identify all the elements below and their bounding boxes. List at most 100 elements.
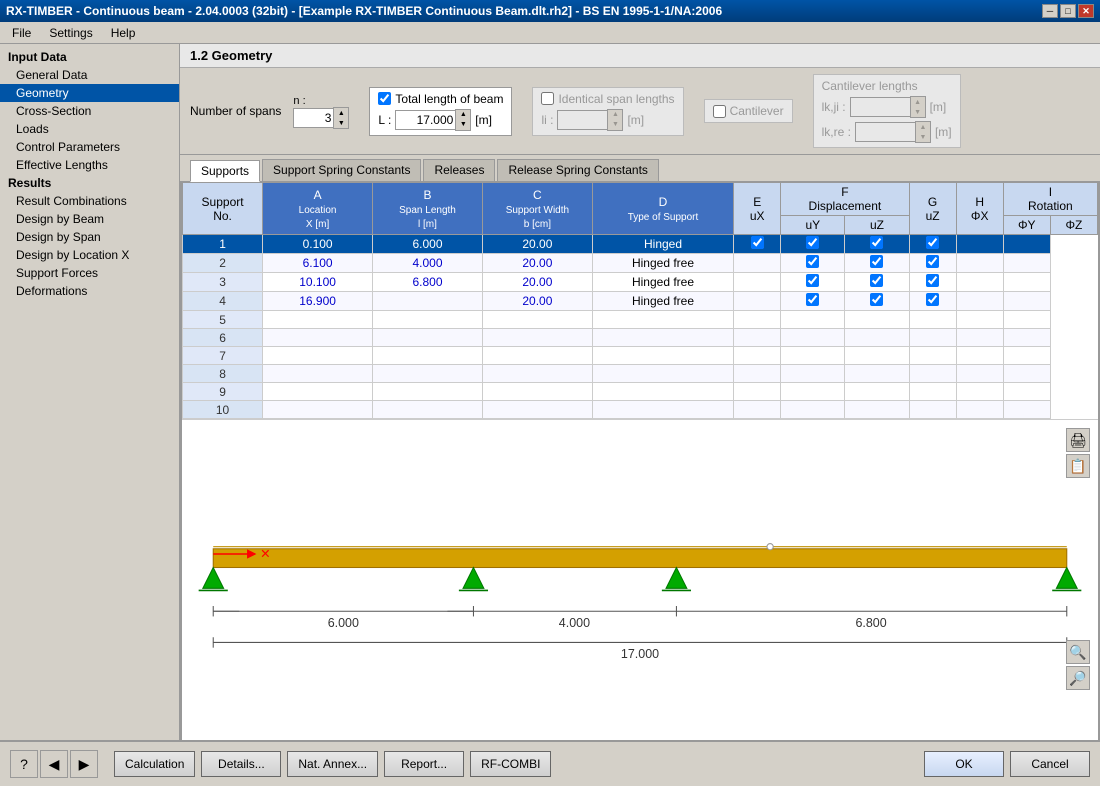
li-label: li : (541, 113, 553, 127)
cantilever-group: Cantilever (704, 99, 793, 123)
diagram-btn-2[interactable]: 📋 (1066, 454, 1090, 478)
li-spinner: ▲ ▼ (557, 109, 623, 131)
sidebar-item-cross-section[interactable]: Cross-Section (0, 102, 179, 120)
sidebar-section-results: Results (0, 174, 179, 192)
table-row[interactable]: 10 (183, 401, 1098, 419)
svg-text:17.000: 17.000 (621, 647, 659, 661)
tab-support-spring-constants[interactable]: Support Spring Constants (262, 159, 421, 181)
svg-text:✕: ✕ (260, 547, 270, 561)
table-row[interactable]: 5 (183, 311, 1098, 329)
th-col-a: ALocationX [m] (263, 183, 373, 235)
li-spinner-btns: ▲ ▼ (607, 109, 623, 131)
bottom-next-btn[interactable]: ▶ (70, 750, 98, 778)
sidebar-item-result-combinations[interactable]: Result Combinations (0, 192, 179, 210)
num-spans-group: Number of spans n : ▲ ▼ (190, 93, 349, 129)
menu-help[interactable]: Help (103, 24, 144, 42)
minimize-button[interactable]: ─ (1042, 4, 1058, 18)
menu-settings[interactable]: Settings (41, 24, 100, 42)
lkji-input (850, 97, 910, 117)
sidebar-item-design-by-beam[interactable]: Design by Beam (0, 210, 179, 228)
th-col-i: IRotation (1003, 183, 1097, 216)
report-button[interactable]: Report... (384, 751, 464, 777)
sidebar-item-loads[interactable]: Loads (0, 120, 179, 138)
menu-bar: File Settings Help (0, 22, 1100, 44)
table-row[interactable]: 9 (183, 383, 1098, 401)
th-uz-sub: uZ (845, 216, 909, 235)
li-up: ▲ (608, 110, 622, 120)
tab-supports[interactable]: Supports (190, 160, 260, 182)
supports-table: SupportNo. ALocationX [m] BSpan Lengthl … (182, 182, 1098, 419)
table-row[interactable]: 7 (183, 347, 1098, 365)
table-row[interactable]: 6 (183, 329, 1098, 347)
content-area: 1.2 Geometry Number of spans n : ▲ ▼ (180, 44, 1100, 740)
num-spans-up[interactable]: ▲ (334, 108, 348, 118)
l-label: L : (378, 113, 391, 127)
menu-file[interactable]: File (4, 24, 39, 42)
window-title: RX-TIMBER - Continuous beam - 2.04.0003 … (6, 4, 722, 18)
cantilever-checkbox[interactable] (713, 105, 726, 118)
table-row[interactable]: 310.1006.80020.00Hinged free (183, 273, 1098, 292)
identical-spans-checkbox[interactable] (541, 92, 554, 105)
sidebar-item-effective-lengths[interactable]: Effective Lengths (0, 156, 179, 174)
sidebar-item-design-by-span[interactable]: Design by Span (0, 228, 179, 246)
diagram-btn-zoom-out[interactable]: 🔎 (1066, 666, 1090, 690)
tab-release-spring-constants[interactable]: Release Spring Constants (497, 159, 658, 181)
details-button[interactable]: Details... (201, 751, 281, 777)
table-row[interactable]: 8 (183, 365, 1098, 383)
tab-releases[interactable]: Releases (423, 159, 495, 181)
main-layout: Input Data General Data Geometry Cross-S… (0, 44, 1100, 740)
th-phiz: ΦZ (1050, 216, 1097, 235)
length-unit: [m] (475, 113, 492, 127)
length-down[interactable]: ▼ (456, 120, 470, 130)
svg-text:6.800: 6.800 (855, 616, 886, 630)
svg-text:4.000: 4.000 (559, 616, 590, 630)
th-col-h: HΦX (956, 183, 1003, 235)
th-col-g: GuZ (909, 183, 956, 235)
li-input (557, 110, 607, 130)
sidebar-item-support-forces[interactable]: Support Forces (0, 264, 179, 282)
diagram-area: ✕ (182, 419, 1098, 740)
diagram-btn-zoom-in[interactable]: 🔍 (1066, 640, 1090, 664)
lkre-spinner: ▲ ▼ (855, 121, 931, 143)
total-length-label: Total length of beam (395, 92, 503, 106)
total-length-checkbox[interactable] (378, 92, 391, 105)
tabs-area: Supports Support Spring Constants Releas… (180, 155, 1100, 182)
length-input[interactable] (395, 110, 455, 130)
num-spans-spinner[interactable]: ▲ ▼ (293, 107, 349, 129)
sidebar-item-geometry[interactable]: Geometry (0, 84, 179, 102)
length-up[interactable]: ▲ (456, 110, 470, 120)
num-spans-down[interactable]: ▼ (334, 118, 348, 128)
num-spans-input[interactable] (293, 108, 333, 128)
lkji-unit: [m] (930, 100, 947, 114)
num-spans-spinner-btns: ▲ ▼ (333, 107, 349, 129)
lkre-unit: [m] (935, 125, 952, 139)
close-button[interactable]: ✕ (1078, 4, 1094, 18)
rf-combi-button[interactable]: RF-COMBI (470, 751, 551, 777)
length-spinner[interactable]: ▲ ▼ (395, 109, 471, 131)
length-spinner-btns: ▲ ▼ (455, 109, 471, 131)
sidebar-item-control-parameters[interactable]: Control Parameters (0, 138, 179, 156)
nat-annex-button[interactable]: Nat. Annex... (287, 751, 378, 777)
bottom-help-btn[interactable]: ? (10, 750, 38, 778)
sidebar-item-deformations[interactable]: Deformations (0, 282, 179, 300)
table-row[interactable]: 10.1006.00020.00Hinged (183, 235, 1098, 254)
table-row[interactable]: 416.90020.00Hinged free (183, 292, 1098, 311)
ok-button[interactable]: OK (924, 751, 1004, 777)
th-col-d: DType of Support (592, 183, 733, 235)
num-spans-label: Number of spans (190, 104, 281, 118)
table-row[interactable]: 26.1004.00020.00Hinged free (183, 254, 1098, 273)
sidebar-item-design-by-location-x[interactable]: Design by Location X (0, 246, 179, 264)
cancel-button[interactable]: Cancel (1010, 751, 1090, 777)
table-body: 10.1006.00020.00Hinged26.1004.00020.00Hi… (183, 235, 1098, 419)
restore-button[interactable]: □ (1060, 4, 1076, 18)
bottom-prev-btn[interactable]: ◀ (40, 750, 68, 778)
calculation-button[interactable]: Calculation (114, 751, 195, 777)
sidebar: Input Data General Data Geometry Cross-S… (0, 44, 180, 740)
th-uy: uY (781, 216, 845, 235)
supports-table-container: SupportNo. ALocationX [m] BSpan Lengthl … (182, 182, 1098, 419)
th-phiy: ΦY (1003, 216, 1050, 235)
diagram-btn-1[interactable]: 🖨 (1066, 428, 1090, 452)
n-label: n : (293, 95, 349, 107)
title-bar: RX-TIMBER - Continuous beam - 2.04.0003 … (0, 0, 1100, 22)
sidebar-item-general-data[interactable]: General Data (0, 66, 179, 84)
